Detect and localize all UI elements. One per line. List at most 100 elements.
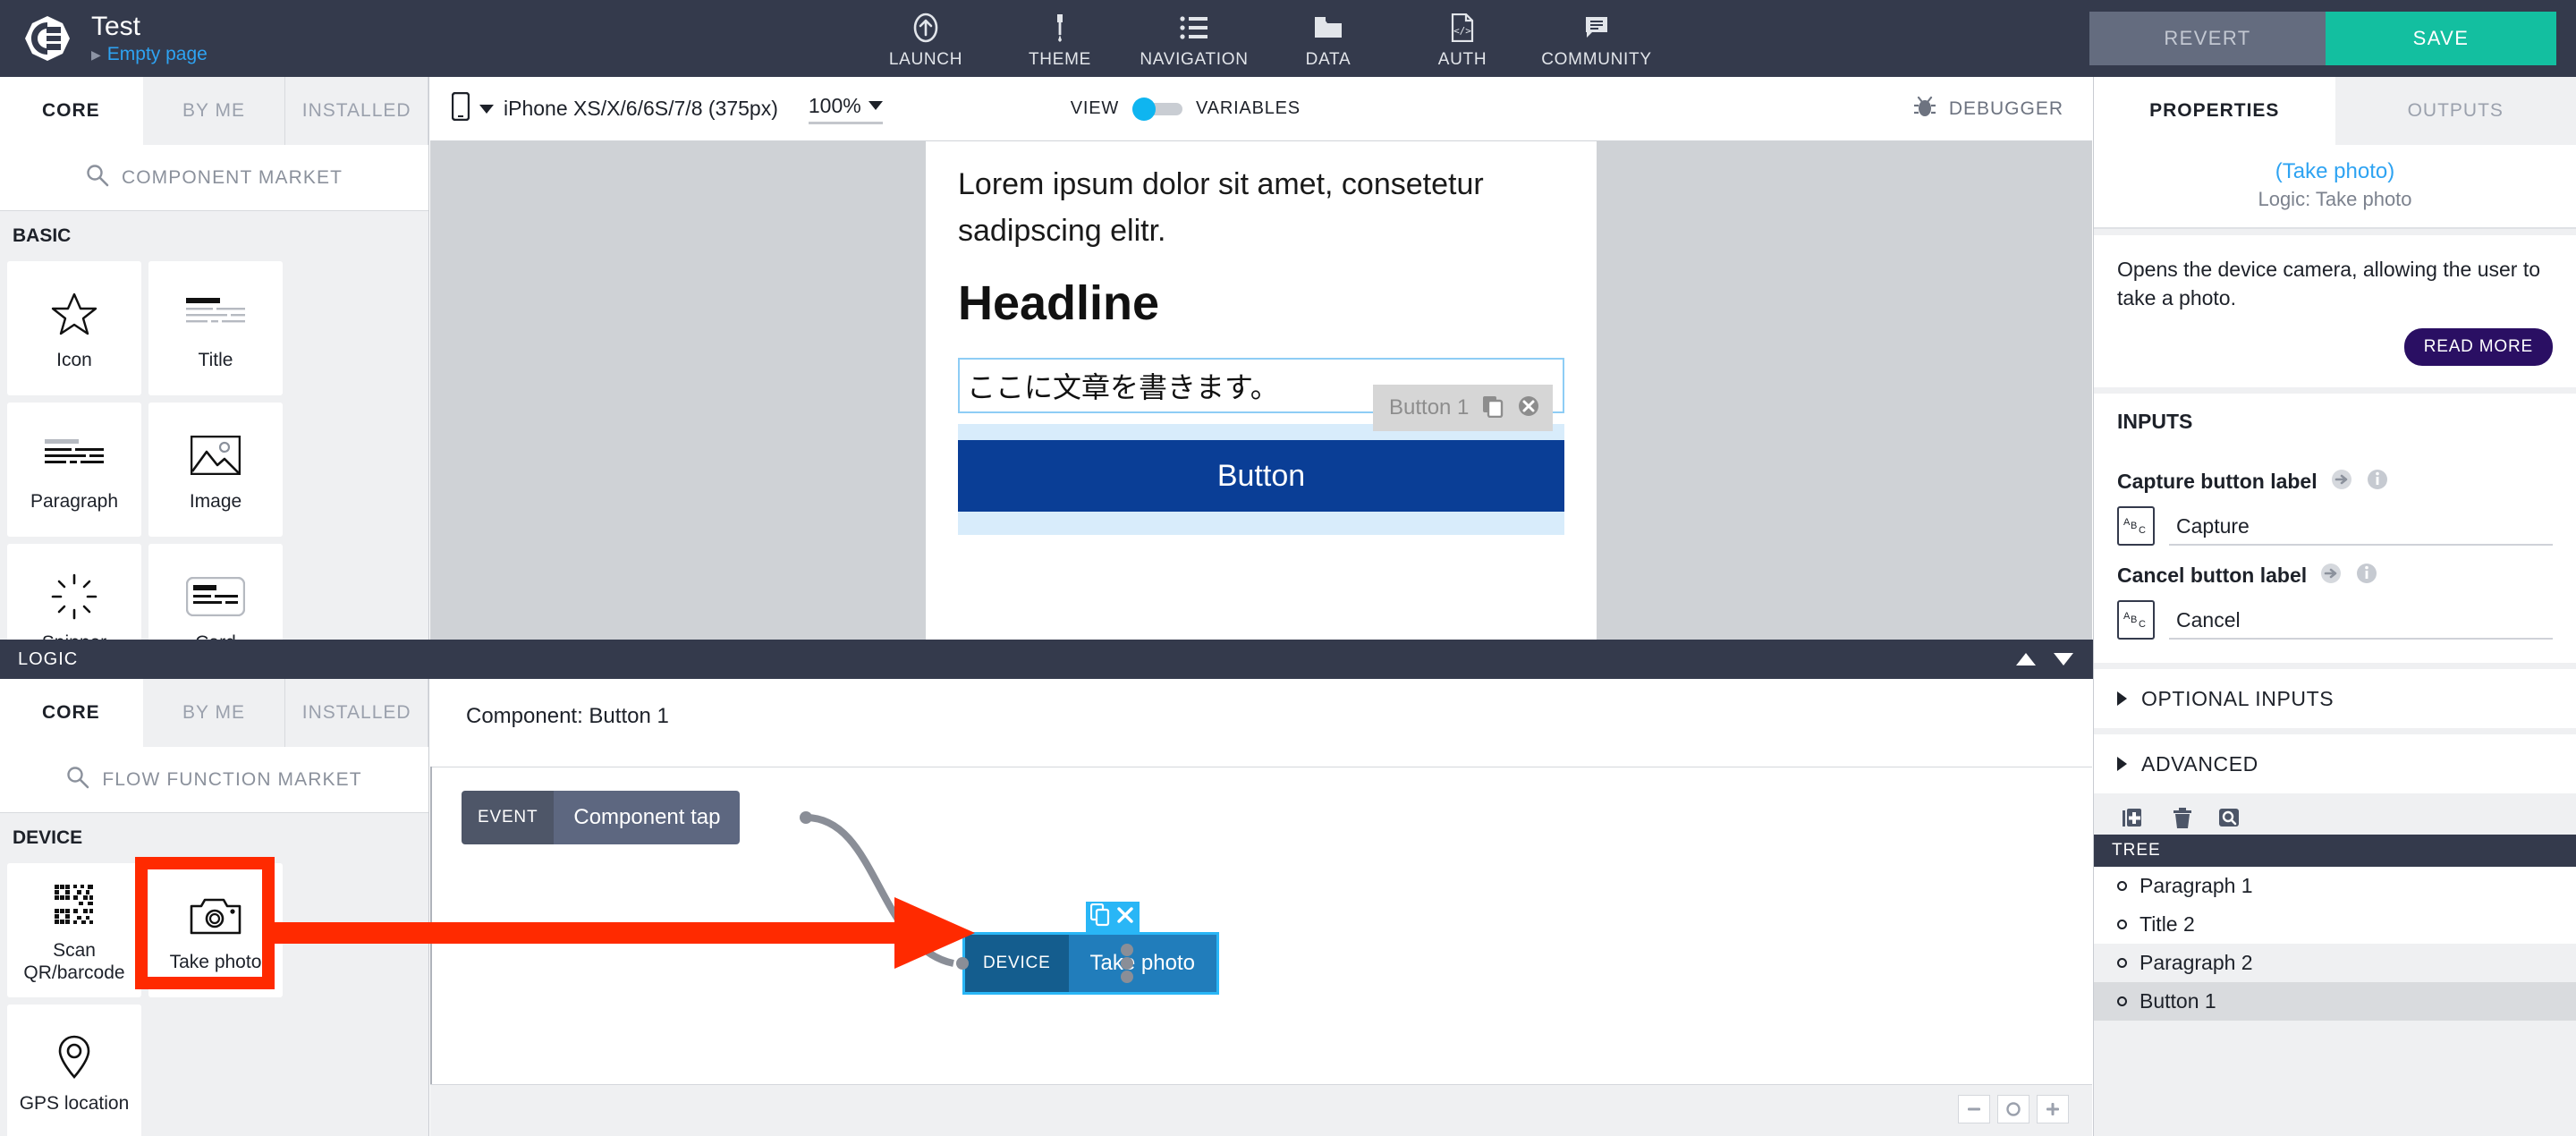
- svg-text:A: A: [2123, 517, 2131, 528]
- properties-tabs: PROPERTIES OUTPUTS: [2094, 77, 2576, 145]
- nav-label: AUTH: [1437, 49, 1487, 69]
- triangle-right-icon: [2117, 757, 2127, 771]
- tree-header: TREE: [2094, 835, 2576, 867]
- flow-output-port-result[interactable]: [1121, 957, 1133, 970]
- node-title-card: (Take photo) Logic: Take photo: [2094, 145, 2576, 229]
- triangle-up-icon[interactable]: [2016, 653, 2036, 665]
- svg-text:B: B: [2131, 521, 2137, 531]
- top-actions: REVERT SAVE: [2089, 12, 2556, 65]
- flow-output-port-error[interactable]: [1121, 971, 1133, 983]
- component-icon[interactable]: Icon: [7, 261, 141, 395]
- capture-field-row: ABC: [2117, 506, 2553, 546]
- zoom-in-button[interactable]: [2037, 1095, 2069, 1123]
- component-market-button[interactable]: COMPONENT MARKET: [0, 145, 428, 211]
- nav-item-navigation[interactable]: NAVIGATION: [1127, 8, 1261, 70]
- zoom-selector[interactable]: 100%: [808, 94, 883, 124]
- logic-gps-location[interactable]: GPS location: [7, 1005, 141, 1136]
- cancel-field-label: Cancel button label: [2117, 564, 2308, 587]
- nav-label: COMMUNITY: [1541, 49, 1652, 69]
- camera-icon: [190, 888, 242, 944]
- component-spinner[interactable]: Spinner: [7, 544, 141, 655]
- triangle-right-icon: [2117, 691, 2127, 706]
- breadcrumb[interactable]: ▶ Empty page: [91, 44, 208, 65]
- view-variables-toggle[interactable]: [1132, 97, 1183, 121]
- zoom-out-button[interactable]: [1958, 1095, 1990, 1123]
- cancel-label-row: Cancel button label: [2117, 562, 2553, 589]
- preview-button[interactable]: Button: [958, 440, 1564, 512]
- logic-take-photo[interactable]: Take photo: [148, 863, 283, 997]
- tab-installed[interactable]: INSTALLED: [285, 77, 428, 145]
- chevron-down-icon: [868, 101, 883, 110]
- revert-button[interactable]: REVERT: [2089, 12, 2326, 65]
- read-more-button[interactable]: READ MORE: [2403, 328, 2553, 366]
- device-selector[interactable]: iPhone XS/X/6/6S/7/8 (375px): [451, 91, 778, 125]
- flow-function-market-button[interactable]: FLOW FUNCTION MARKET: [0, 747, 428, 813]
- close-x-icon[interactable]: [1115, 904, 1135, 930]
- code-file-icon: </>: [1451, 12, 1474, 44]
- tab-properties[interactable]: PROPERTIES: [2094, 77, 2335, 145]
- preview-drop-gap-2: [958, 512, 1564, 535]
- tab-outputs[interactable]: OUTPUTS: [2334, 77, 2576, 145]
- flow-node-tag: EVENT: [462, 791, 555, 844]
- component-image[interactable]: Image: [148, 403, 283, 537]
- component-title[interactable]: Title: [148, 261, 283, 395]
- nav-item-theme[interactable]: THEME: [993, 8, 1127, 70]
- tree-item-paragraph-1[interactable]: Paragraph 1: [2094, 867, 2576, 905]
- copy-icon[interactable]: [1089, 903, 1112, 931]
- logic-scan-qr-barcode[interactable]: Scan QR/barcode: [7, 863, 141, 997]
- chevron-right-icon: ▶: [91, 47, 101, 62]
- preview-button-label: Button: [1216, 458, 1306, 493]
- flow-output-port[interactable]: [800, 811, 812, 824]
- info-icon[interactable]: [2366, 468, 2389, 496]
- component-card[interactable]: Card: [148, 544, 283, 655]
- list-icon: [1180, 12, 1208, 44]
- nav-item-auth[interactable]: </> AUTH: [1395, 8, 1530, 70]
- logic-tab-installed[interactable]: INSTALLED: [285, 679, 428, 747]
- optional-inputs-label: OPTIONAL INPUTS: [2141, 686, 2334, 710]
- tree-item-title-2[interactable]: Title 2: [2094, 905, 2576, 944]
- flow-output-port-success[interactable]: [1121, 944, 1133, 956]
- flow-node-event[interactable]: EVENT Component tap: [462, 791, 741, 844]
- node-title: (Take photo): [2275, 159, 2395, 183]
- flow-node-name: Component tap: [554, 791, 741, 844]
- save-button[interactable]: SAVE: [2326, 12, 2556, 65]
- tree-item-label: Paragraph 1: [2140, 874, 2253, 897]
- arrow-connect-icon[interactable]: [2319, 562, 2343, 589]
- tree-item-paragraph-2[interactable]: Paragraph 2: [2094, 944, 2576, 982]
- delete-icon[interactable]: [2171, 807, 2194, 835]
- logic-tab-core[interactable]: CORE: [0, 679, 143, 747]
- inputs-section-header: INPUTS: [2094, 394, 2576, 448]
- info-icon[interactable]: [2355, 562, 2378, 589]
- tab-by-me[interactable]: BY ME: [142, 77, 286, 145]
- nav-item-community[interactable]: COMMUNITY: [1530, 8, 1664, 70]
- tree-bullet-icon: [2117, 920, 2127, 929]
- close-circle-icon[interactable]: [1517, 394, 1540, 422]
- flow-node-tag: DEVICE: [965, 935, 1069, 992]
- arrow-connect-icon[interactable]: [2330, 468, 2353, 496]
- triangle-down-icon[interactable]: [2054, 653, 2073, 665]
- optional-inputs-accordion[interactable]: OPTIONAL INPUTS: [2094, 669, 2576, 728]
- nav-item-data[interactable]: DATA: [1261, 8, 1395, 70]
- copy-icon[interactable]: [1481, 394, 1504, 422]
- nav-label: DATA: [1305, 49, 1352, 69]
- preview-headline[interactable]: Headline: [958, 276, 1159, 331]
- preview-paragraph[interactable]: Lorem ipsum dolor sit amet, consetetur s…: [958, 161, 1521, 254]
- component-paragraph[interactable]: Paragraph: [7, 403, 141, 537]
- logic-tab-by-me[interactable]: BY ME: [142, 679, 286, 747]
- advanced-accordion[interactable]: ADVANCED: [2094, 734, 2576, 793]
- tab-core[interactable]: CORE: [0, 77, 143, 145]
- tree-item-button-1[interactable]: Button 1: [2094, 982, 2576, 1021]
- capture-button-label-input[interactable]: [2169, 511, 2553, 546]
- debugger-button[interactable]: DEBUGGER: [1911, 94, 2063, 123]
- search-node-icon[interactable]: [2217, 807, 2244, 835]
- flow-node-device[interactable]: DEVICE Take photo: [962, 932, 1219, 995]
- add-node-icon[interactable]: [2121, 807, 2148, 835]
- logic-item-label: Take photo: [169, 951, 262, 972]
- svg-text:</>: </>: [1453, 25, 1471, 37]
- flow-input-port[interactable]: [956, 957, 969, 970]
- brand-area[interactable]: Test ▶ Empty page: [0, 12, 465, 65]
- nav-item-launch[interactable]: LAUNCH: [859, 8, 993, 70]
- zoom-reset-button[interactable]: [1997, 1095, 2029, 1123]
- view-label: VIEW: [1070, 98, 1120, 118]
- cancel-button-label-input[interactable]: [2169, 605, 2553, 640]
